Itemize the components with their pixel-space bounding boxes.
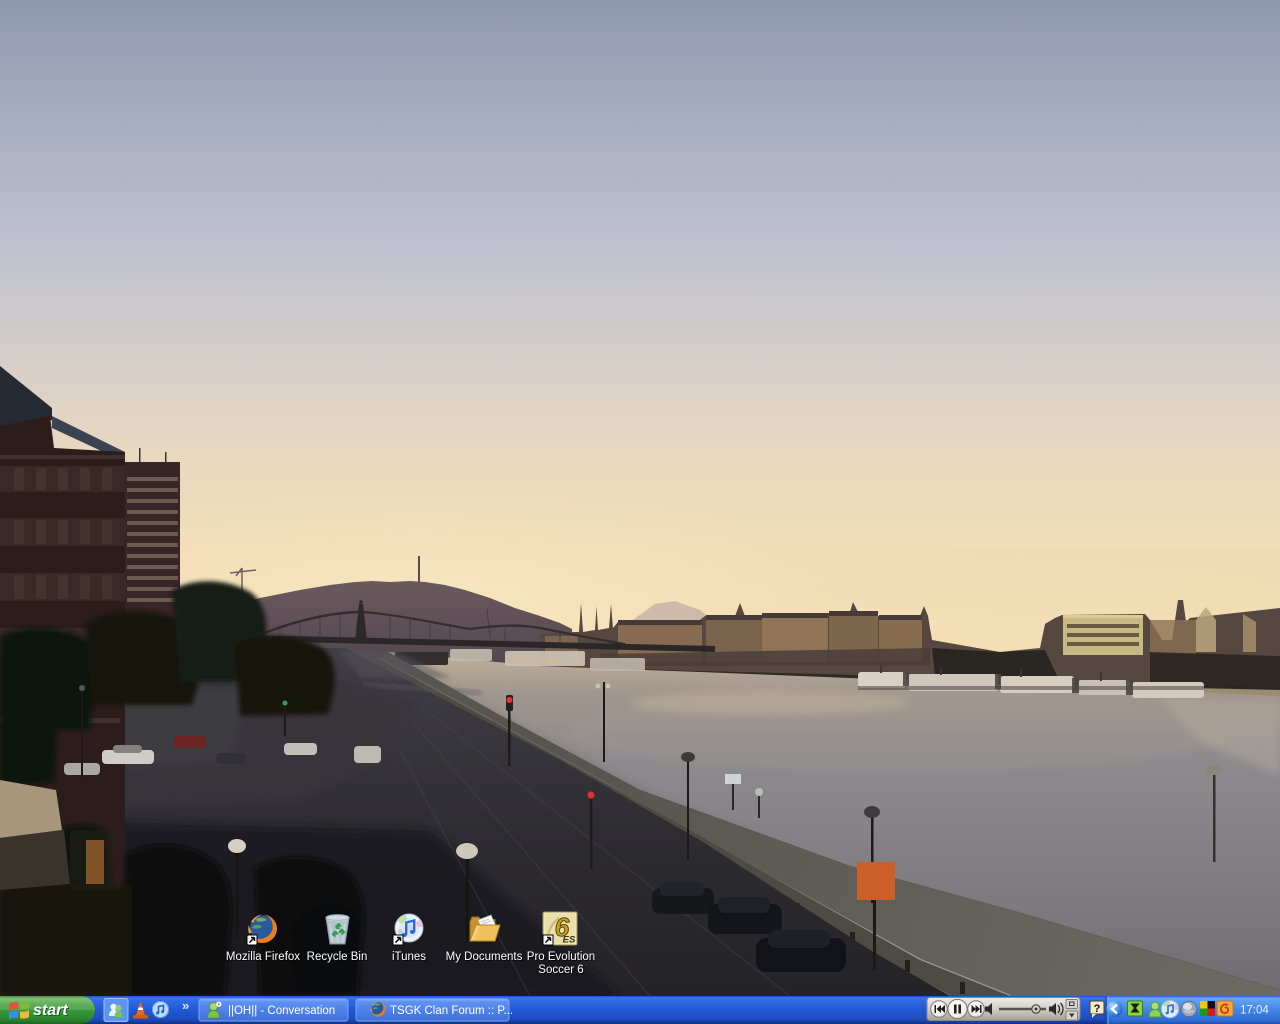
svg-text:17:04: 17:04 (1240, 1005, 1269, 1017)
svg-text:Pro Evolution: Pro Evolution (527, 951, 595, 963)
svg-text:||OH|| - Conversation: ||OH|| - Conversation (228, 1005, 335, 1017)
svg-text:ES: ES (563, 935, 576, 946)
svg-text:Recycle Bin: Recycle Bin (307, 951, 368, 963)
svg-text:Mozilla Firefox: Mozilla Firefox (226, 951, 300, 963)
svg-text:Soccer 6: Soccer 6 (538, 964, 583, 976)
svg-text:»: » (182, 998, 189, 1013)
svg-text:?: ? (1094, 1003, 1101, 1015)
svg-text:My Documents: My Documents (446, 951, 523, 963)
svg-text:start: start (33, 1002, 68, 1019)
svg-text:TSGK Clan Forum :: P...: TSGK Clan Forum :: P... (390, 1005, 513, 1017)
svg-text:iTunes: iTunes (392, 951, 426, 963)
